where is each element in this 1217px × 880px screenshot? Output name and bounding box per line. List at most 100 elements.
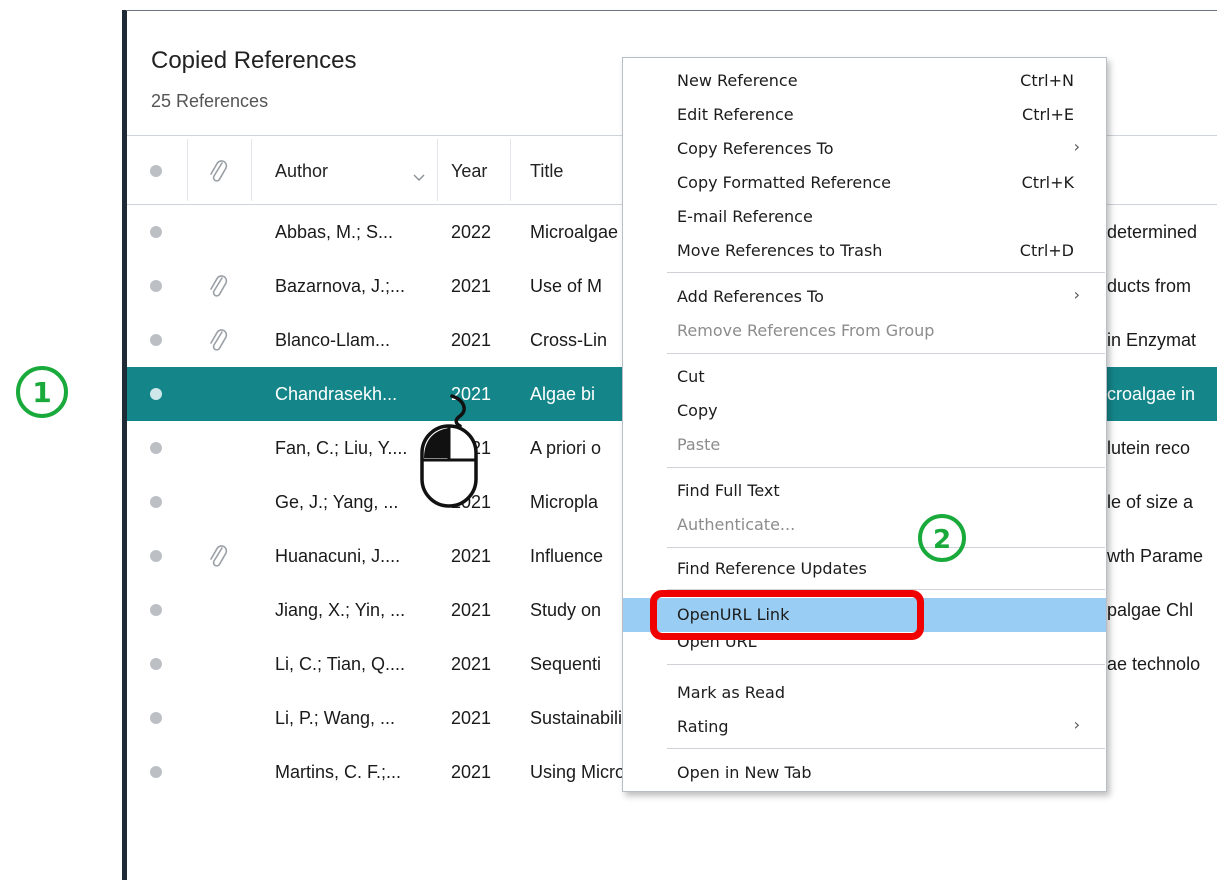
read-status-icon: [150, 226, 162, 238]
highlight-box: [650, 590, 924, 640]
step-2-marker: 2: [918, 514, 966, 562]
cell-author: Abbas, M.; S...: [275, 222, 394, 242]
menu-item-shortcut: Ctrl+E: [1022, 105, 1074, 124]
menu-item-move-to-trash[interactable]: Move References to Trash Ctrl+D: [623, 234, 1106, 267]
menu-item-paste: Paste: [623, 428, 1106, 461]
menu-item-open-in-new-tab[interactable]: Open in New Tab: [623, 756, 1106, 789]
chevron-down-icon[interactable]: [413, 174, 425, 182]
mouse-click-icon: [420, 394, 478, 508]
reference-count: 25 References: [151, 91, 269, 111]
menu-separator: [667, 353, 1105, 354]
read-status-icon: [150, 388, 162, 400]
cell-year: 2021: [451, 330, 492, 350]
cell-year: 2021: [451, 762, 492, 782]
paperclip-icon: [210, 329, 228, 351]
cell-year: 2021: [451, 654, 492, 674]
read-status-icon: [150, 550, 162, 562]
cell-year: 2022: [451, 222, 492, 242]
cell-year: 2021: [451, 708, 492, 728]
cell-year: 2021: [451, 276, 492, 296]
panel-title: Copied References: [151, 47, 357, 74]
context-menu: New Reference Ctrl+N Edit Reference Ctrl…: [622, 57, 1107, 792]
menu-separator: [667, 748, 1105, 749]
column-divider[interactable]: [437, 139, 438, 201]
menu-item-find-reference-updates[interactable]: Find Reference Updates: [623, 552, 1106, 585]
menu-separator: [667, 664, 1105, 665]
read-status-icon: [150, 442, 162, 454]
cell-year: 2021: [451, 600, 492, 620]
chevron-right-icon: ›: [1073, 137, 1080, 156]
cell-title-tail: palgae Chl: [1107, 600, 1194, 620]
cell-author: Ge, J.; Yang, ...: [275, 492, 399, 512]
menu-item-label: Remove References From Group: [677, 321, 935, 340]
menu-item-email-reference[interactable]: E-mail Reference: [623, 200, 1106, 233]
column-header-title[interactable]: Title: [530, 161, 563, 182]
menu-item-label: Find Reference Updates: [677, 559, 867, 578]
cell-title-tail: croalgae in: [1107, 384, 1196, 404]
menu-item-cut[interactable]: Cut: [623, 360, 1106, 393]
menu-item-label: Cut: [677, 367, 705, 386]
cell-title-tail: in Enzymat: [1107, 330, 1197, 350]
read-status-icon: [150, 280, 162, 292]
column-divider[interactable]: [510, 139, 511, 201]
cell-title-tail: ae technolo: [1107, 654, 1201, 674]
menu-item-shortcut: Ctrl+D: [1019, 241, 1074, 260]
cell-year: 2021: [451, 546, 492, 566]
column-header-year[interactable]: Year: [451, 161, 487, 182]
cell-author: Fan, C.; Liu, Y....: [275, 438, 408, 458]
menu-item-copy[interactable]: Copy: [623, 394, 1106, 427]
cell-title-tail: lutein reco: [1107, 438, 1191, 458]
read-status-icon: [150, 766, 162, 778]
menu-separator: [667, 547, 1105, 548]
menu-item-copy-formatted-reference[interactable]: Copy Formatted Reference Ctrl+K: [623, 166, 1106, 199]
paperclip-icon: [210, 275, 228, 297]
menu-item-label: Move References to Trash: [677, 241, 883, 260]
cell-title-tail: le of size a: [1107, 492, 1194, 512]
menu-item-find-full-text[interactable]: Find Full Text: [623, 474, 1106, 507]
menu-item-label: Authenticate...: [677, 515, 796, 534]
menu-item-remove-from-group: Remove References From Group: [623, 314, 1106, 347]
column-divider[interactable]: [251, 139, 252, 201]
menu-item-copy-references-to[interactable]: Copy References To ›: [623, 132, 1106, 165]
cell-author: Li, C.; Tian, Q....: [275, 654, 406, 674]
menu-item-label: Edit Reference: [677, 105, 794, 124]
read-status-icon: [150, 165, 162, 177]
chevron-right-icon: ›: [1073, 285, 1080, 304]
read-status-icon: [150, 658, 162, 670]
cell-title-tail: ducts from: [1107, 276, 1192, 296]
menu-item-label: Copy: [677, 401, 718, 420]
chevron-right-icon: ›: [1073, 715, 1080, 734]
column-header-author[interactable]: Author: [275, 161, 328, 182]
cell-title-tail: determined: [1107, 222, 1198, 242]
menu-item-label: Rating: [677, 717, 729, 736]
menu-item-shortcut: Ctrl+N: [1020, 71, 1074, 90]
menu-item-add-references-to[interactable]: Add References To ›: [623, 280, 1106, 313]
paperclip-icon: [210, 160, 228, 182]
menu-item-shortcut: Ctrl+K: [1021, 173, 1074, 192]
menu-item-label: New Reference: [677, 71, 798, 90]
menu-item-edit-reference[interactable]: Edit Reference Ctrl+E: [623, 98, 1106, 131]
read-status-icon: [150, 496, 162, 508]
column-divider[interactable]: [187, 139, 188, 201]
cell-author: Bazarnova, J.;...: [275, 276, 406, 296]
menu-separator: [667, 467, 1105, 468]
read-status-icon: [150, 334, 162, 346]
menu-item-label: Mark as Read: [677, 683, 785, 702]
svg-text:1: 1: [32, 376, 51, 409]
menu-item-authenticate: Authenticate...: [623, 508, 1106, 541]
svg-text:2: 2: [933, 525, 951, 555]
menu-item-label: Add References To: [677, 287, 824, 306]
menu-item-rating[interactable]: Rating ›: [623, 710, 1106, 743]
menu-item-label: Copy References To: [677, 139, 834, 158]
step-1-marker: 1: [16, 366, 68, 418]
read-status-icon: [150, 712, 162, 724]
menu-item-label: Open in New Tab: [677, 763, 812, 782]
menu-item-mark-as-read[interactable]: Mark as Read: [623, 676, 1106, 709]
menu-item-label: Copy Formatted Reference: [677, 173, 891, 192]
cell-author: Blanco-Llam...: [275, 330, 391, 350]
paperclip-icon: [210, 545, 228, 567]
menu-item-new-reference[interactable]: New Reference Ctrl+N: [623, 64, 1106, 97]
cell-author: Chandrasekh...: [275, 384, 398, 404]
cell-author: Li, P.; Wang, ...: [275, 708, 396, 728]
menu-separator: [667, 272, 1105, 273]
